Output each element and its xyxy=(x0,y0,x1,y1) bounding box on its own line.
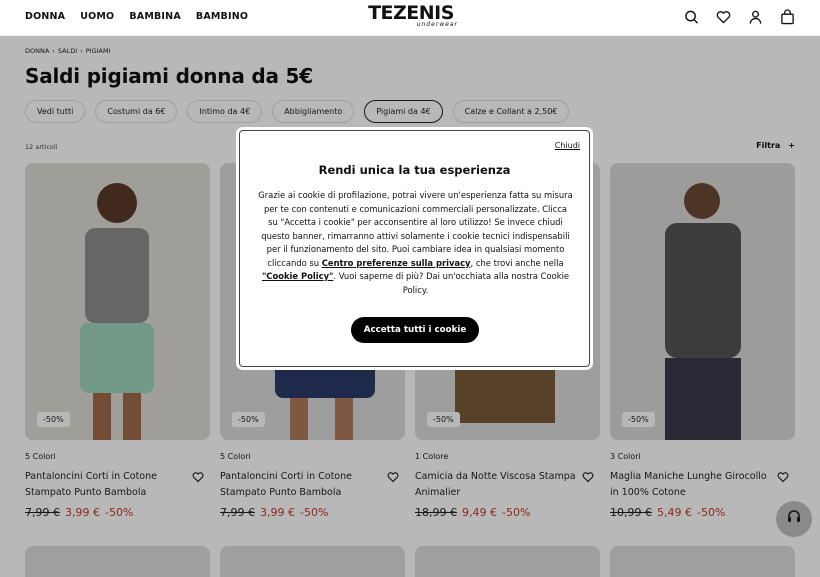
nav-bambino[interactable]: BAMBINO xyxy=(196,11,248,22)
headset-icon xyxy=(786,509,802,529)
heart-icon[interactable] xyxy=(716,9,731,25)
bag-icon[interactable] xyxy=(780,9,795,25)
user-icon[interactable] xyxy=(748,9,763,25)
close-button[interactable]: Chiudi xyxy=(555,141,580,150)
dialog-text-part: . Vuoi saperne di più? Dai un'occhiata a… xyxy=(333,271,570,295)
privacy-center-link[interactable]: Centro preferenze sulla privacy xyxy=(322,258,471,268)
nav-uomo[interactable]: UOMO xyxy=(80,11,114,22)
nav-bambina[interactable]: BAMBINA xyxy=(129,11,181,22)
accept-cookies-button[interactable]: Accetta tutti i cookie xyxy=(351,317,479,343)
cookie-policy-link[interactable]: "Cookie Policy" xyxy=(262,271,333,281)
main-nav: DONNA UOMO BAMBINA BAMBINO xyxy=(25,11,248,22)
search-icon[interactable] xyxy=(684,9,699,25)
support-chat-button[interactable] xyxy=(776,501,812,537)
dialog-title: Rendi unica la tua esperienza xyxy=(318,163,511,177)
dialog-text: Grazie ai cookie di profilazione, potrai… xyxy=(258,189,573,297)
header-icons xyxy=(684,9,795,25)
site-header: DONNA UOMO BAMBINA BAMBINO TEZENIS under… xyxy=(0,0,820,36)
dialog-text-part: , che trovi anche nella xyxy=(470,257,564,268)
nav-donna[interactable]: DONNA xyxy=(25,11,65,22)
cookie-dialog: Chiudi Rendi unica la tua esperienza Gra… xyxy=(239,130,590,367)
logo[interactable]: TEZENIS underwear xyxy=(362,4,460,32)
page: DONNA UOMO BAMBINA BAMBINO TEZENIS under… xyxy=(0,0,820,577)
dialog-text-part: Grazie ai cookie di profilazione, potrai… xyxy=(258,190,573,268)
